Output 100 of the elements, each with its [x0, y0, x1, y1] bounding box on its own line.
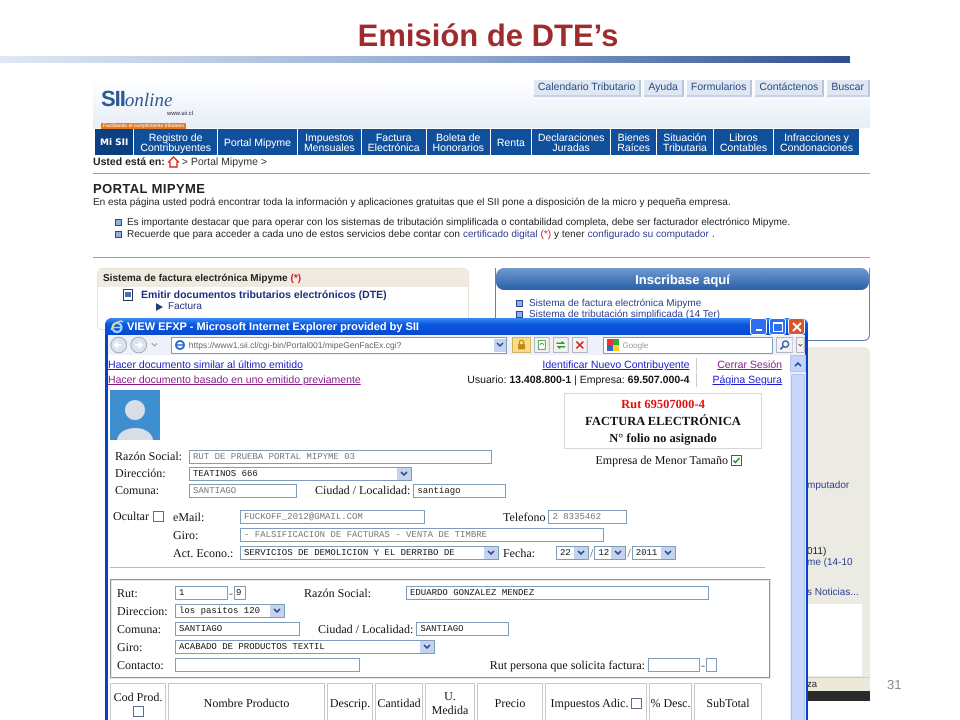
caret-icon[interactable] — [794, 360, 802, 366]
top-link[interactable]: Calendario Tributario — [534, 80, 642, 97]
bullet-icon — [516, 311, 523, 318]
link[interactable]: Identificar Nuevo Contribuyente — [542, 358, 697, 372]
checkbox[interactable] — [630, 698, 642, 708]
dropdown[interactable]: 12 — [594, 546, 626, 560]
separator: / — [626, 546, 632, 560]
input-field[interactable] — [648, 658, 700, 672]
page-icon[interactable] — [534, 336, 550, 354]
dropdown[interactable]: 22 — [556, 546, 589, 560]
nav-tab[interactable]: Bienes Raíces — [611, 129, 657, 155]
input-field[interactable]: SANTIAGO — [416, 622, 510, 636]
input-field[interactable] — [175, 658, 360, 672]
nav-tab[interactable]: Portal Mipyme — [218, 129, 298, 155]
column-title: U. Medida — [430, 689, 470, 717]
checkbox[interactable] — [152, 511, 164, 522]
slide-title: Emisión de DTE’s — [358, 17, 618, 55]
bullet-icon — [115, 230, 122, 238]
logo-mark: SII — [101, 88, 125, 110]
link[interactable]: Sistema de factura electrónica Mipyme — [529, 298, 702, 309]
field-label: Ciudad / Localidad: — [318, 622, 414, 636]
column-title: Descrip. — [330, 696, 370, 710]
dropdown[interactable]: SERVICIOS DE DEMOLICION Y EL DERRIBO DE — [240, 546, 499, 560]
caret-icon — [487, 550, 495, 556]
intro-text: En esta página usted podrá encontrar toda la información y aplicaciones gratuitas que el SII pone a disposición de la micro y pequeña empresa. — [93, 197, 732, 208]
input-field[interactable]: 9 — [234, 586, 246, 600]
top-link[interactable]: Formularios — [686, 80, 752, 97]
link[interactable]: Emitir documentos tributarios electrónicos (DTE) — [141, 289, 387, 301]
link[interactable]: Hacer documento similar al último emitido — [108, 358, 361, 372]
page-number: 31 — [887, 677, 902, 692]
dropdown[interactable]: 2011 — [632, 546, 676, 560]
section-heading: PORTAL MIPYME — [93, 181, 206, 196]
field-label: Rut: — [117, 586, 139, 600]
dropdown[interactable]: los pasitos 120 — [175, 604, 285, 618]
lock-icon[interactable] — [512, 336, 532, 354]
stop-icon[interactable] — [572, 336, 588, 354]
nav-tab[interactable]: Renta — [490, 129, 532, 155]
caret-icon[interactable] — [150, 342, 158, 348]
input-field[interactable] — [706, 658, 717, 672]
top-link[interactable]: Ayuda — [644, 80, 684, 97]
input-field[interactable]: 1 — [175, 586, 228, 600]
nav-tab[interactable]: Factura Electrónica — [362, 129, 427, 155]
input-field[interactable]: SANTIAGO — [175, 622, 300, 636]
close-button[interactable] — [788, 318, 805, 335]
nav-tab[interactable]: Mi SII — [95, 129, 134, 155]
field-label: Dirección: — [115, 466, 167, 481]
link[interactable]: Factura — [168, 301, 202, 312]
nav-tab[interactable]: Libros Contables — [714, 129, 774, 155]
nav-tab[interactable]: Boleta de Honorarios — [426, 129, 491, 155]
maximize-button[interactable] — [769, 318, 786, 335]
google-icon — [606, 339, 618, 351]
scrollbar[interactable] — [789, 355, 806, 720]
refresh-icon[interactable] — [553, 336, 569, 354]
input-field[interactable]: santiago — [413, 484, 506, 498]
link[interactable]: mputador — [807, 480, 850, 491]
nav-tab[interactable]: Situación Tributaria — [656, 129, 714, 155]
nav-tab[interactable]: Infracciones y Condonaciones — [774, 129, 860, 155]
field-label: Razón Social: — [115, 449, 183, 464]
dropdown[interactable]: TEATINOS 666 — [189, 466, 412, 480]
avatar — [110, 390, 160, 440]
caret-icon — [423, 644, 431, 650]
column-title: Cantidad — [377, 696, 421, 710]
home-icon[interactable] — [166, 156, 180, 168]
link[interactable]: certificado digital — [463, 228, 538, 240]
link[interactable]: Página Segura — [696, 373, 782, 387]
url-text: https://www1.sii.cl/cgi-bin/Portal001/mipeGenFacEx.cgi? — [188, 340, 402, 350]
link[interactable]: Sistema de tributación simplificada (14 Ter) — [529, 309, 720, 320]
field-label: Act. Econo.: — [173, 546, 234, 560]
nav-tab[interactable]: Impuestos Mensuales — [298, 129, 362, 155]
checkbox[interactable] — [132, 706, 144, 716]
search-icon[interactable] — [776, 336, 794, 354]
separator: - — [228, 586, 234, 600]
dropdown[interactable]: ACABADO DE PRODUCTOS TEXTIL — [175, 640, 435, 654]
card-background — [807, 604, 862, 676]
field-label: Fecha: — [503, 546, 535, 560]
input-field[interactable]: EDUARDO GONZALEZ MENDEZ — [406, 586, 709, 600]
caret-icon — [496, 342, 504, 348]
field-label: Telefono — [503, 510, 546, 524]
dropdown-button[interactable] — [494, 338, 506, 352]
column-title: Cod Prod. — [114, 690, 162, 704]
back-button[interactable] — [110, 335, 128, 355]
top-link[interactable]: Buscar — [827, 80, 870, 97]
checkbox[interactable] — [731, 455, 742, 466]
nav-tab[interactable]: Registro de Contribuyentes — [134, 129, 218, 155]
triangle-icon — [156, 302, 163, 310]
nav-tab[interactable]: Declaraciones Juradas — [532, 129, 612, 155]
caret-icon[interactable] — [796, 336, 806, 354]
caret-icon — [400, 470, 408, 476]
link[interactable]: configurado su computador — [588, 228, 709, 240]
breadcrumb-path[interactable]: > Portal Mipyme > — [182, 156, 267, 168]
link[interactable]: Cerrar Sesión — [701, 358, 782, 372]
text: Recuerde que para acceder a cada uno de estos servicios debe contar con — [127, 228, 460, 240]
field-label: Razón Social: — [304, 586, 372, 600]
forward-button[interactable] — [130, 335, 148, 355]
top-link[interactable]: Contáctenos — [755, 80, 824, 97]
separator: / — [589, 546, 594, 560]
link[interactable]: Hacer documento basado en uno emitido previamente — [108, 373, 361, 387]
address-field[interactable]: https://www1.sii.cl/cgi-bin/Portal001/mipeGenFacEx.cgi? — [170, 336, 508, 354]
field-label: Comuna: — [115, 483, 160, 498]
minimize-button[interactable] — [750, 318, 767, 335]
